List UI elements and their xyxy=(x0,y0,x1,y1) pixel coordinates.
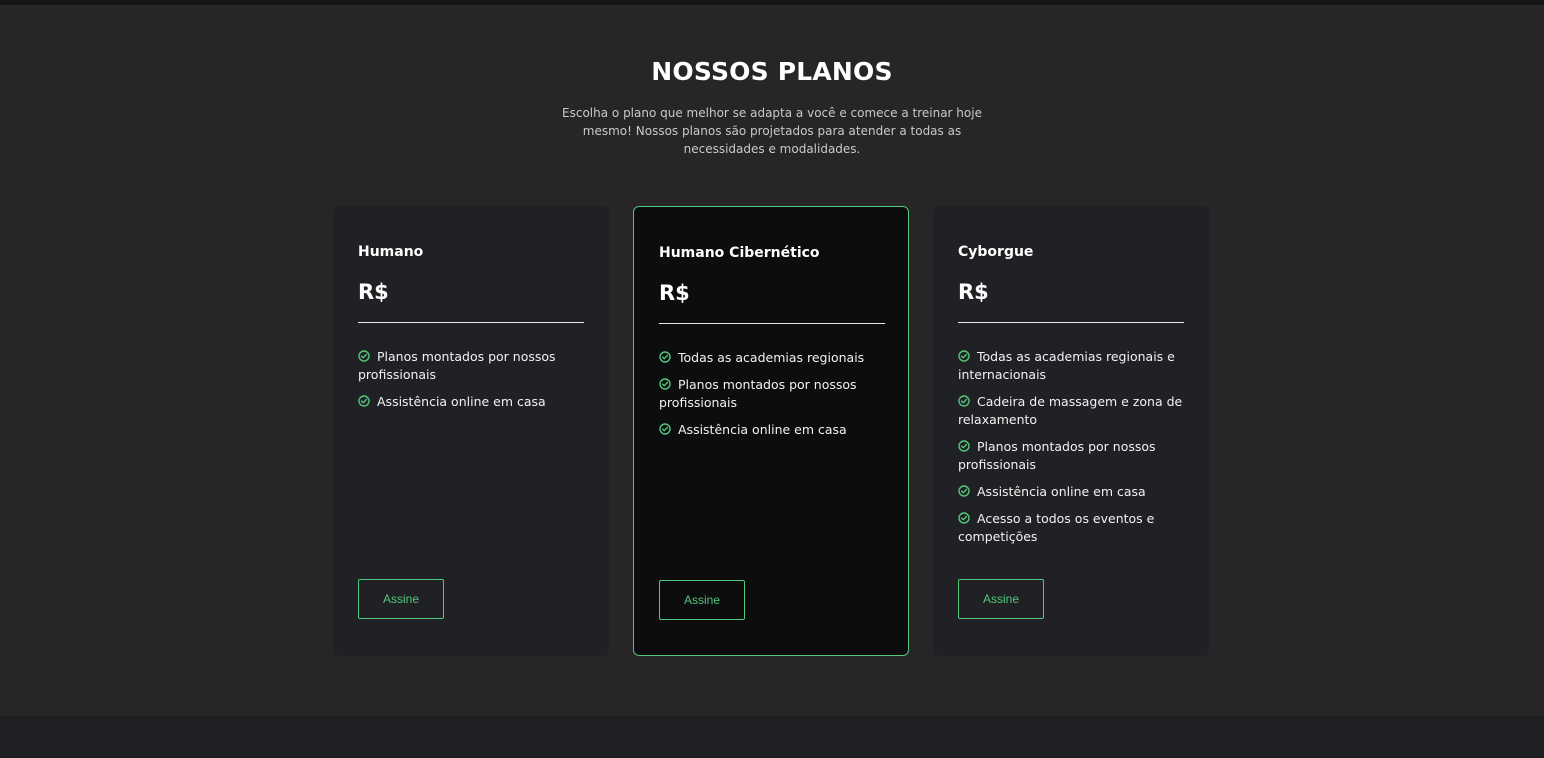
plan-feature: Todas as academias regionais e internaci… xyxy=(958,348,1188,384)
plan-feature: Planos montados por nossos profissionais xyxy=(358,348,588,384)
check-circle-icon xyxy=(958,485,970,497)
plan-feature: Planos montados por nossos profissionais xyxy=(958,438,1188,474)
plan-feature-text: Todas as academias regionais xyxy=(678,350,865,365)
plan-price: R$ xyxy=(659,281,690,305)
check-circle-icon xyxy=(659,351,671,363)
section-subtitle: Escolha o plano que melhor se adapta a v… xyxy=(562,106,982,156)
subscribe-button-humano-cibernetico[interactable]: Assine xyxy=(659,580,745,620)
plan-feature-text: Assistência online em casa xyxy=(678,422,847,437)
check-circle-icon xyxy=(659,378,671,390)
plan-feature-text: Todas as academias regionais e internaci… xyxy=(958,349,1175,382)
plan-name: Humano xyxy=(358,244,424,260)
plan-name: Cyborgue xyxy=(958,244,1034,260)
plan-feature: Cadeira de massagem e zona de relaxament… xyxy=(958,393,1188,429)
plan-feature: Planos montados por nossos profissionais xyxy=(659,376,889,412)
plan-feature: Assistência online em casa xyxy=(958,483,1188,501)
check-circle-icon xyxy=(659,423,671,435)
plan-feature: Todas as academias regionais xyxy=(659,349,889,367)
check-circle-icon xyxy=(358,350,370,362)
plan-feature-text: Cadeira de massagem e zona de relaxament… xyxy=(958,394,1183,427)
plan-feature-text: Acesso a todos os eventos e competições xyxy=(958,511,1155,544)
plan-card-humano-cibernetico: Humano Cibernético R$ Todas as academias… xyxy=(633,206,909,656)
plan-feature-list: Planos montados por nossos profissionais… xyxy=(358,348,588,420)
plan-card-humano: Humano R$ Planos montados por nossos pro… xyxy=(333,206,609,656)
plan-feature-list: Todas as academias regionais Planos mont… xyxy=(659,349,889,448)
plan-feature-text: Planos montados por nossos profissionais xyxy=(358,349,556,382)
plan-divider xyxy=(958,322,1184,323)
plan-divider xyxy=(659,323,885,324)
check-circle-icon xyxy=(958,350,970,362)
check-circle-icon xyxy=(958,440,970,452)
plan-price: R$ xyxy=(958,280,989,304)
plan-divider xyxy=(358,322,584,323)
subscribe-button-humano[interactable]: Assine xyxy=(358,579,444,619)
plans-section: NOSSOS PLANOS Escolha o plano que melhor… xyxy=(0,5,1544,716)
plan-feature-text: Assistência online em casa xyxy=(377,394,546,409)
check-circle-icon xyxy=(958,512,970,524)
plan-price: R$ xyxy=(358,280,389,304)
check-circle-icon xyxy=(358,395,370,407)
plan-feature: Assistência online em casa xyxy=(358,393,588,411)
plan-feature-list: Todas as academias regionais e internaci… xyxy=(958,348,1188,555)
plan-feature-text: Planos montados por nossos profissionais xyxy=(659,377,857,410)
plan-feature: Assistência online em casa xyxy=(659,421,889,439)
plan-card-cyborgue: Cyborgue R$ Todas as academias regionais… xyxy=(933,206,1209,656)
check-circle-icon xyxy=(958,395,970,407)
plan-feature-text: Assistência online em casa xyxy=(977,484,1146,499)
subscribe-button-cyborgue[interactable]: Assine xyxy=(958,579,1044,619)
plan-feature: Acesso a todos os eventos e competições xyxy=(958,510,1188,546)
plan-feature-text: Planos montados por nossos profissionais xyxy=(958,439,1156,472)
section-title: NOSSOS PLANOS xyxy=(651,57,893,86)
footer-band xyxy=(0,716,1544,758)
plan-name: Humano Cibernético xyxy=(659,245,820,261)
